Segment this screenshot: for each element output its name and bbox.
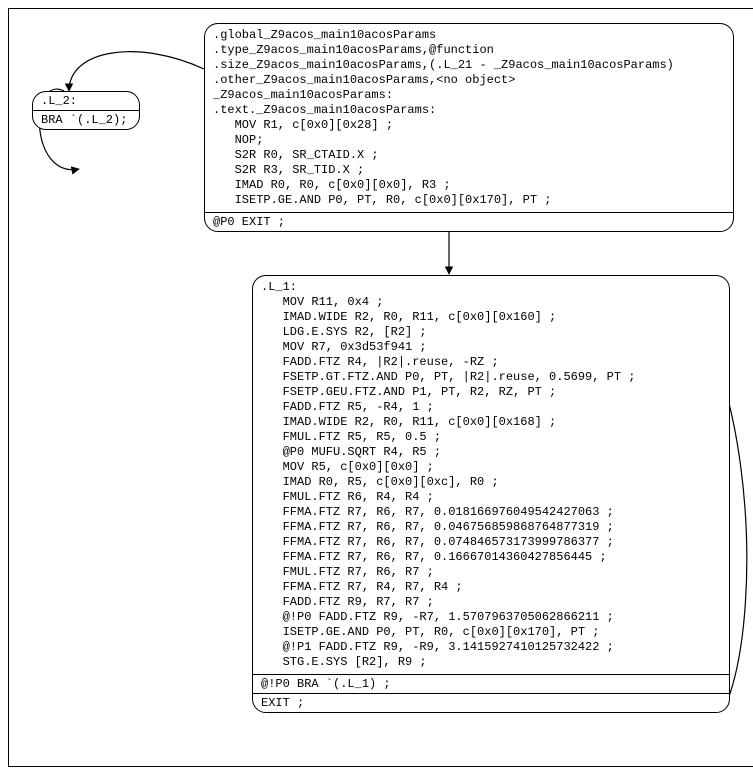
node-l1-exit: EXIT ; bbox=[253, 693, 729, 712]
node-l2-title: .L_2: bbox=[33, 92, 139, 110]
node-main: .global_Z9acos_main10acosParams .type_Z9… bbox=[204, 23, 734, 232]
node-l1: .L_1: MOV R11, 0x4 ; IMAD.WIDE R2, R0, R… bbox=[252, 275, 730, 713]
node-main-header: .global_Z9acos_main10acosParams .type_Z9… bbox=[205, 24, 733, 212]
node-main-footer: @P0 EXIT ; bbox=[205, 212, 733, 231]
node-l2-body: BRA `(.L_2); bbox=[33, 110, 139, 129]
node-l2: .L_2: BRA `(.L_2); bbox=[32, 91, 140, 130]
node-l1-body: .L_1: MOV R11, 0x4 ; IMAD.WIDE R2, R0, R… bbox=[253, 276, 729, 674]
node-l1-branch: @!P0 BRA `(.L_1) ; bbox=[253, 674, 729, 693]
diagram-canvas: .L_2: BRA `(.L_2); .global_Z9acos_main10… bbox=[8, 8, 753, 767]
